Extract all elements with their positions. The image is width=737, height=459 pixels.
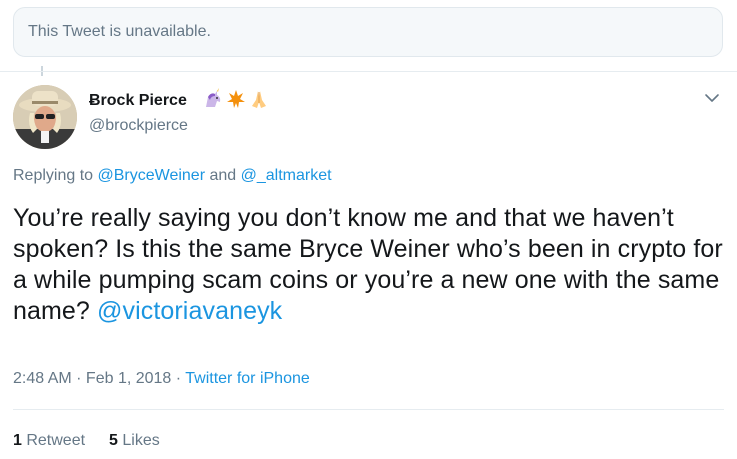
retweets-label: Retweet: [21, 432, 86, 449]
chevron-down-icon[interactable]: [702, 90, 722, 106]
meta-separator: ·: [71, 370, 86, 387]
tweet-source-link[interactable]: Twitter for iPhone: [185, 370, 310, 387]
mention-link-victoriavaneyk[interactable]: @victoriavaneyk: [97, 297, 282, 325]
avatar-image: [13, 85, 77, 149]
mention-link-altmarket[interactable]: @_altmarket: [241, 167, 332, 184]
retweets-stat[interactable]: 1 Retweet: [13, 432, 85, 450]
divider: [0, 71, 737, 72]
tweet-unavailable-notice: This Tweet is unavailable.: [13, 7, 723, 57]
likes-stat[interactable]: 5 Likes: [109, 432, 160, 450]
author-emoji-badges: [202, 88, 270, 110]
replying-to-line: Replying to @BryceWeiner and @_altmarket: [13, 167, 332, 185]
divider: [13, 409, 724, 410]
tweet-date[interactable]: Feb 1, 2018: [86, 370, 171, 387]
author-display-name[interactable]: Ƀrock Pierce: [89, 92, 187, 110]
unavailable-text: This Tweet is unavailable.: [28, 23, 211, 40]
folded-hands-icon: [252, 91, 266, 108]
tweet-time[interactable]: 2:48 AM: [13, 370, 72, 387]
tweet-text: You’re really saying you don’t know me a…: [13, 203, 728, 327]
author-handle[interactable]: @brockpierce: [89, 117, 188, 135]
tweet-metadata: 2:48 AM · Feb 1, 2018 · Twitter for iPho…: [13, 370, 310, 388]
retweets-count: 1: [13, 432, 22, 449]
rebel-alliance-icon: [227, 90, 245, 108]
avatar[interactable]: [13, 85, 77, 149]
meta-separator: ·: [171, 370, 186, 387]
likes-count: 5: [109, 432, 118, 449]
mention-link-bryceweiner[interactable]: @BryceWeiner: [98, 167, 206, 184]
unicorn-icon: [206, 88, 221, 107]
tweet-stats: 1 Retweet 5 Likes: [13, 432, 160, 450]
replying-joiner: and: [205, 167, 241, 184]
replying-prefix: Replying to: [13, 167, 98, 184]
likes-label: Likes: [117, 432, 160, 449]
